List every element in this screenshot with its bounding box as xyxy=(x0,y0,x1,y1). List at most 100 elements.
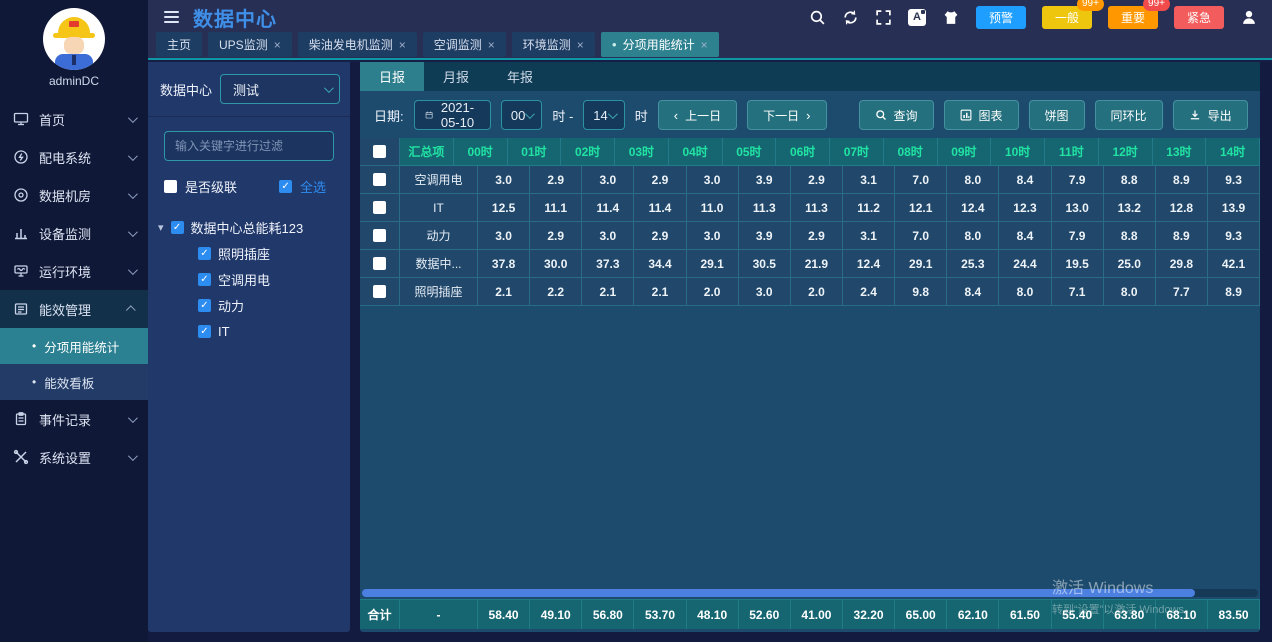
important-alarm-button[interactable]: 重要99+ xyxy=(1108,6,1158,29)
tree-root-checkbox[interactable]: ✓ xyxy=(171,221,184,234)
urgent-alarm-button[interactable]: 紧急 xyxy=(1174,6,1224,29)
refresh-icon[interactable] xyxy=(842,9,859,26)
sidebar-subitem-energy-stats[interactable]: 分项用能统计 xyxy=(0,328,148,364)
keyword-filter-input[interactable] xyxy=(164,131,334,161)
column-header[interactable]: 12时 xyxy=(1099,138,1153,166)
value-cell: 8.4 xyxy=(999,222,1051,250)
tab-yearly-report[interactable]: 年报 xyxy=(488,62,552,91)
tree-node-label: 空调用电 xyxy=(218,270,270,289)
total-value-cell: 58.40 xyxy=(478,599,530,629)
cascade-checkbox[interactable] xyxy=(164,180,177,193)
column-header[interactable]: 02时 xyxy=(561,138,615,166)
tab-environment-monitoring[interactable]: 环境监测× xyxy=(512,32,595,57)
sidebar-item-environment[interactable]: 运行环境 xyxy=(0,252,148,290)
caret-down-icon[interactable]: ▾ xyxy=(158,221,164,234)
tree-node[interactable]: ✓ 照明插座 xyxy=(158,240,350,266)
chart-button[interactable]: 图表 xyxy=(944,100,1019,130)
value-cell: 3.9 xyxy=(739,166,791,194)
sidebar-item-event-records[interactable]: 事件记录 xyxy=(0,400,148,438)
tab-ups-monitoring[interactable]: UPS监测× xyxy=(208,32,292,57)
datacenter-select[interactable]: 测试 xyxy=(220,74,340,104)
query-toolbar: 日期: 2021-05-10 00 时 - 14 时 ‹上一日 下一日› 查询 xyxy=(360,91,1260,138)
sidebar-item-energy-management[interactable]: 能效管理 xyxy=(0,290,148,328)
menu-toggle-icon[interactable] xyxy=(164,11,179,23)
close-icon[interactable]: × xyxy=(399,39,406,51)
tab-ac-monitoring[interactable]: 空调监测× xyxy=(423,32,506,57)
column-header[interactable]: 04时 xyxy=(669,138,723,166)
column-header[interactable]: 14时 xyxy=(1206,138,1260,166)
column-header[interactable]: 03时 xyxy=(615,138,669,166)
row-checkbox[interactable] xyxy=(373,201,386,214)
row-checkbox[interactable] xyxy=(373,173,386,186)
prev-day-button[interactable]: ‹上一日 xyxy=(658,100,737,130)
select-all-label[interactable]: 全选 xyxy=(300,177,326,196)
date-picker[interactable]: 2021-05-10 xyxy=(414,100,491,130)
value-cell: 2.1 xyxy=(634,278,686,306)
compare-button[interactable]: 同环比 xyxy=(1095,100,1163,130)
column-header[interactable]: 05时 xyxy=(723,138,777,166)
sidebar-item-data-room[interactable]: 数据机房 xyxy=(0,176,148,214)
tab-daily-report[interactable]: 日报 xyxy=(360,62,424,91)
sidebar-item-label: 首页 xyxy=(39,110,118,129)
tree-node[interactable]: ✓ 空调用电 xyxy=(158,266,350,292)
column-header[interactable]: 07时 xyxy=(830,138,884,166)
column-header[interactable]: 08时 xyxy=(884,138,938,166)
tab-home[interactable]: 主页 xyxy=(156,32,202,57)
sidebar-item-home[interactable]: 首页 xyxy=(0,100,148,138)
tab-monthly-report[interactable]: 月报 xyxy=(424,62,488,91)
sidebar-item-power-distribution[interactable]: 配电系统 xyxy=(0,138,148,176)
fullscreen-icon[interactable] xyxy=(875,9,892,26)
next-day-button[interactable]: 下一日› xyxy=(747,100,826,130)
select-all-checkbox[interactable]: ✓ xyxy=(279,180,292,193)
value-cell: 12.1 xyxy=(895,194,947,222)
value-cell: 12.8 xyxy=(1156,194,1208,222)
value-cell: 7.0 xyxy=(895,222,947,250)
general-alarm-button[interactable]: 一般99+ xyxy=(1042,6,1092,29)
sidebar-item-device-monitoring[interactable]: 设备监测 xyxy=(0,214,148,252)
search-icon[interactable] xyxy=(809,9,826,26)
row-checkbox[interactable] xyxy=(373,257,386,270)
tree-node-checkbox[interactable]: ✓ xyxy=(198,299,211,312)
close-icon[interactable]: × xyxy=(488,39,495,51)
tab-energy-stats[interactable]: ●分项用能统计× xyxy=(601,32,719,57)
tree-node[interactable]: ✓ IT xyxy=(158,318,350,344)
scrollbar-thumb[interactable] xyxy=(362,589,1195,597)
column-header[interactable]: 汇总项 xyxy=(400,138,454,166)
tree-node-checkbox[interactable]: ✓ xyxy=(198,247,211,260)
close-icon[interactable]: × xyxy=(577,39,584,51)
select-all-rows-checkbox[interactable] xyxy=(373,145,386,158)
pie-button[interactable]: 饼图 xyxy=(1029,100,1085,130)
export-button[interactable]: 导出 xyxy=(1173,100,1248,130)
tab-diesel-generator-monitoring[interactable]: 柴油发电机监测× xyxy=(298,32,417,57)
value-cell: 34.4 xyxy=(634,250,686,278)
warning-button[interactable]: 预警 xyxy=(976,6,1026,29)
tree-node-checkbox[interactable]: ✓ xyxy=(198,273,211,286)
sidebar-item-system-settings[interactable]: 系统设置 xyxy=(0,438,148,476)
column-header[interactable]: 09时 xyxy=(938,138,992,166)
tree-node-checkbox[interactable]: ✓ xyxy=(198,325,211,338)
column-header[interactable]: 10时 xyxy=(991,138,1045,166)
sidebar-subitem-energy-board[interactable]: 能效看板 xyxy=(0,364,148,400)
hour-from-select[interactable]: 00 xyxy=(501,100,542,130)
value-cell: 8.9 xyxy=(1208,278,1260,306)
column-header[interactable]: 13时 xyxy=(1153,138,1207,166)
font-size-icon[interactable]: A xyxy=(908,9,926,26)
tree-node[interactable]: ✓ 动力 xyxy=(158,292,350,318)
value-cell: 29.1 xyxy=(687,250,739,278)
tree-root-label[interactable]: 数据中心总能耗123 xyxy=(191,218,304,237)
user-icon[interactable] xyxy=(1240,9,1258,26)
query-button[interactable]: 查询 xyxy=(859,100,934,130)
column-header[interactable]: 11时 xyxy=(1045,138,1099,166)
row-checkbox[interactable] xyxy=(373,285,386,298)
close-icon[interactable]: × xyxy=(701,39,708,51)
column-header[interactable]: 01时 xyxy=(508,138,562,166)
column-header[interactable]: 00时 xyxy=(454,138,508,166)
horizontal-scrollbar[interactable] xyxy=(362,589,1258,597)
avatar[interactable] xyxy=(43,8,105,70)
row-checkbox[interactable] xyxy=(373,229,386,242)
column-header[interactable]: 06时 xyxy=(776,138,830,166)
theme-shirt-icon[interactable] xyxy=(942,9,960,26)
bar-chart-icon xyxy=(13,225,29,241)
close-icon[interactable]: × xyxy=(274,39,281,51)
hour-to-select[interactable]: 14 xyxy=(583,100,624,130)
